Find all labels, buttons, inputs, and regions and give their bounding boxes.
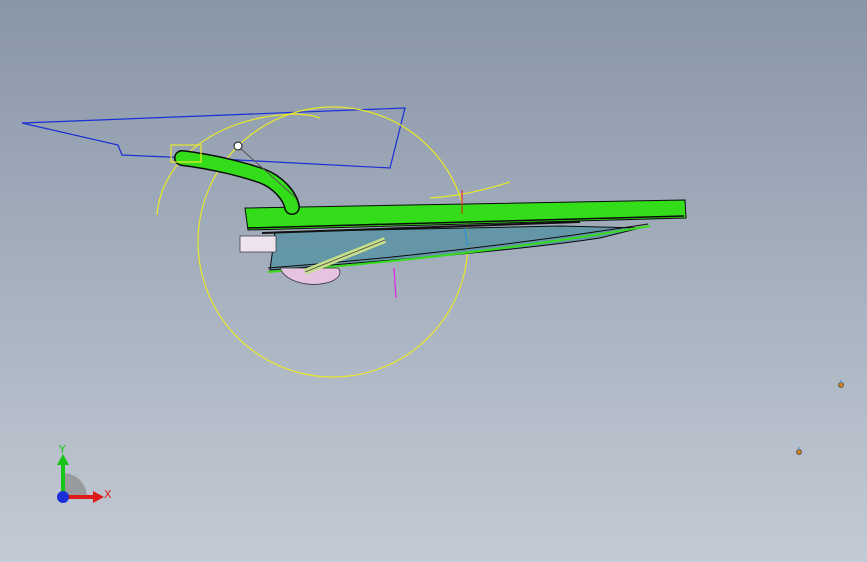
x-axis-label: X [104,488,112,501]
cad-graphics-viewport[interactable]: Y X [0,0,867,562]
reference-point-icon[interactable] [836,380,846,390]
coordinate-triad: Y X [57,443,112,503]
support-arm-tube-fill[interactable] [175,151,299,214]
reference-point-icon[interactable] [794,447,804,457]
left-bracket[interactable] [239,235,277,253]
x-axis-head [93,491,104,503]
construction-curve-right[interactable] [429,181,511,199]
reference-axis[interactable] [393,267,397,299]
y-axis-label: Y [58,443,66,456]
model-scene[interactable] [0,0,867,562]
z-axis-dot [57,491,69,503]
